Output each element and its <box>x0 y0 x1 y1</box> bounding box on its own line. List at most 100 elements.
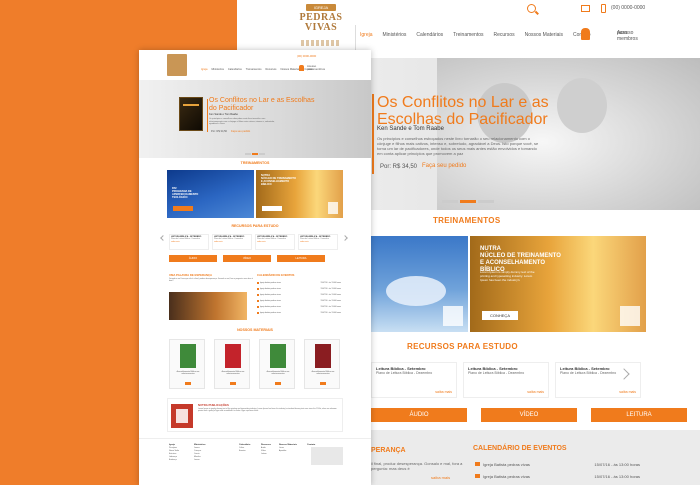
carousel-dot[interactable] <box>478 200 494 203</box>
nav-item-calendarios[interactable]: Calendários <box>411 32 448 38</box>
footer-link[interactable]: Liderança <box>169 456 177 458</box>
resource-card[interactable]: LEITURA BÍBLICA - SETEMBRO Plano de Leit… <box>255 234 295 250</box>
resource-card[interactable]: LEITURA BÍBLICA - SETEMBRO Plano de Leit… <box>298 234 338 250</box>
video-button[interactable]: VÍDEO <box>223 255 271 262</box>
video-button[interactable]: VÍDEO <box>481 408 577 422</box>
member-access-button[interactable]: Acesso para membros <box>577 26 647 46</box>
footer-link[interactable]: Vídeo <box>261 450 266 452</box>
book-card[interactable]: Aconselhamento Bíblico nos relacionament… <box>304 339 340 389</box>
order-button[interactable]: Faça seu pedido <box>422 163 466 169</box>
footer-link[interactable]: Casais <box>194 453 200 455</box>
cart-icon[interactable] <box>275 382 281 385</box>
nav-item-igreja[interactable]: Igreja <box>199 68 210 71</box>
conheca-button[interactable] <box>173 206 193 211</box>
audio-button[interactable]: ÁUDIO <box>371 408 467 422</box>
resource-more-link[interactable]: saiba mais <box>257 241 293 243</box>
location-map[interactable] <box>311 447 343 465</box>
footer-link[interactable]: Endereço <box>169 459 177 461</box>
search-icon[interactable] <box>527 4 536 13</box>
event-row[interactable]: Igreja batista pedras vivas 15/07/16 - às… <box>257 300 341 302</box>
publications-text: Lorem Ipsum is simply dummy text of the … <box>198 408 337 413</box>
event-row[interactable]: Igreja Batista pedras vivas 15/07/16 - à… <box>475 462 640 467</box>
publications-box: NUTRA PUBLICAÇÕES Lorem Ipsum is simply … <box>167 398 343 432</box>
book-card[interactable]: Aconselhamento Bíblico nos relacionament… <box>214 339 250 389</box>
book-cover <box>179 97 203 131</box>
training-card-paf[interactable]: PAF PROGRAMA DE APERFEIÇOAMENTO TEOLÓGIC… <box>167 170 254 218</box>
event-date: 15/07/16 - às 13:00 horas <box>594 462 640 467</box>
resource-more-link[interactable]: saiba mais <box>435 390 452 394</box>
chevron-left-icon[interactable] <box>160 235 166 241</box>
event-row[interactable]: Igreja batista pedras vivas 15/07/16 - às… <box>257 294 341 296</box>
footer-link[interactable]: Estrutura <box>169 453 176 455</box>
carousel-dot-active[interactable] <box>252 153 258 155</box>
conheca-button[interactable]: CONHEÇA <box>482 311 518 320</box>
reading-button[interactable]: LEITURA <box>277 255 325 262</box>
cart-icon[interactable] <box>185 382 191 385</box>
resource-more-link[interactable]: saiba mais <box>300 241 336 243</box>
calendar-icon <box>257 294 259 296</box>
book-cover <box>270 344 286 368</box>
small-hero: Os Conflitos no Lar e as Escolhas do Pac… <box>139 80 371 158</box>
order-button[interactable]: Faça seu pedido <box>231 130 250 133</box>
footer-link[interactable]: Cultos <box>239 447 244 449</box>
nav-item-treinamentos[interactable]: Treinamentos <box>448 32 488 38</box>
training-card-paf[interactable] <box>371 236 468 332</box>
event-row[interactable]: Igreja batista pedras vivas 15/07/16 - às… <box>257 288 341 290</box>
chevron-right-icon[interactable] <box>342 235 348 241</box>
event-row[interactable]: Igreja batista pedras vivas 15/07/16 - às… <box>257 306 341 308</box>
event-row[interactable]: Igreja batista pedras vivas 15/07/16 - às… <box>257 312 341 314</box>
book-card[interactable]: Aconselhamento Bíblico nos relacionament… <box>259 339 295 389</box>
member-access-small[interactable]: Acesso para membros <box>299 65 325 71</box>
nav-item-recursos[interactable]: Recursos <box>264 68 279 71</box>
resource-card[interactable]: LEITURA BÍBLICA - SETEMBRO Plano de Leit… <box>169 234 209 250</box>
footer-link[interactable]: Jovens <box>194 447 200 449</box>
hero-accent-bar <box>207 99 208 132</box>
book-card[interactable]: Aconselhamento Bíblico nos relacionament… <box>169 339 205 389</box>
nav-item-ministerios[interactable]: Ministérios <box>378 32 412 38</box>
carousel-dot-active[interactable] <box>460 200 476 203</box>
nav-item-ministerios[interactable]: Ministérios <box>210 68 226 71</box>
training-card-nutra[interactable]: NUTRA NÚCLEO DE TREINAMENTO E ACONSELHAM… <box>470 236 646 332</box>
footer-link[interactable]: Missões <box>194 456 201 458</box>
conheca-button[interactable] <box>262 206 282 211</box>
carousel-dot[interactable] <box>442 200 458 203</box>
cart-icon[interactable] <box>320 382 326 385</box>
resource-text: Plano de Leitura Bíblica - Dezembro <box>376 371 433 375</box>
footer-link[interactable]: Livros <box>279 447 284 449</box>
footer-link[interactable]: Louvor <box>194 459 200 461</box>
resource-more-link[interactable]: saiba mais <box>527 390 544 394</box>
footer-link[interactable]: Crianças <box>194 450 201 452</box>
footer-link[interactable]: Princípios <box>169 447 177 449</box>
footer-link[interactable]: Nossa Visão <box>169 450 179 452</box>
nav-item-materiais[interactable]: Nossos Materiais <box>520 32 568 38</box>
nav-item-treinamentos[interactable]: Treinamentos <box>244 68 264 71</box>
event-row[interactable]: Igreja batista pedras vivas 15/07/16 - às… <box>257 282 341 284</box>
carousel-dot[interactable] <box>259 153 265 155</box>
hope-word-more-link[interactable]: saiba mais <box>431 475 450 480</box>
footer-link[interactable]: Eventos <box>239 450 246 452</box>
footer-link[interactable]: Apostilas <box>279 450 286 452</box>
resource-more-link[interactable]: saiba mais <box>619 390 636 394</box>
resource-more-link[interactable]: saiba mais <box>171 241 207 243</box>
resource-card[interactable]: LEITURA BÍBLICA - SETEMBRO Plano de Leit… <box>212 234 252 250</box>
resource-card[interactable]: Leitura Bíblica - Setembro Plano de Leit… <box>463 362 549 398</box>
nav-item-igreja[interactable]: Igreja <box>355 32 378 38</box>
mail-icon[interactable] <box>581 5 590 12</box>
church-logo-small[interactable] <box>167 54 187 76</box>
nutra-line1: NUTRA <box>480 246 501 252</box>
carousel-dot[interactable] <box>245 153 251 155</box>
event-row[interactable]: Igreja Batista pedras vivas 15/07/16 - à… <box>475 474 640 479</box>
cart-icon[interactable] <box>230 382 236 385</box>
training-card-nutra[interactable]: NUTRA NÚCLEO DE TREINAMENTO E ACONSELHAM… <box>256 170 343 218</box>
nav-item-recursos[interactable]: Recursos <box>489 32 520 38</box>
reading-button[interactable]: LEITURA <box>591 408 687 422</box>
audio-button[interactable]: ÁUDIO <box>169 255 217 262</box>
resource-card[interactable]: Leitura Bíblica - Setembro Plano de Leit… <box>371 362 457 398</box>
footer-column: Igreja Princípios Nossa Visão Estrutura … <box>169 444 179 462</box>
resource-card[interactable]: Leitura Bíblica - Setembro Plano de Leit… <box>555 362 641 398</box>
resource-more-link[interactable]: saiba mais <box>214 241 250 243</box>
footer-link[interactable]: Áudio <box>261 447 266 449</box>
footer-link[interactable]: Leitura <box>261 453 267 455</box>
nav-item-calendarios[interactable]: Calendários <box>226 68 244 71</box>
church-logo[interactable]: IGREJA BATISTA PEDRAS VIVAS <box>297 4 345 48</box>
